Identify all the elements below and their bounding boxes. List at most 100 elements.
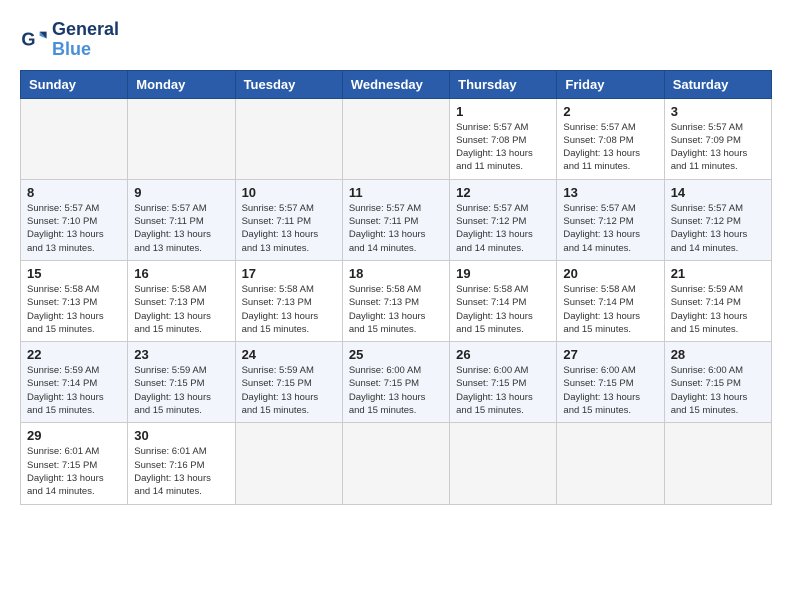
day-number: 10 (242, 185, 336, 200)
calendar-cell: 8 Sunrise: 5:57 AM Sunset: 7:10 PM Dayli… (21, 179, 128, 260)
calendar-cell (128, 98, 235, 179)
day-number: 26 (456, 347, 550, 362)
day-number: 22 (27, 347, 121, 362)
day-info: Sunrise: 5:59 AM Sunset: 7:15 PM Dayligh… (242, 364, 336, 417)
day-info: Sunrise: 5:58 AM Sunset: 7:13 PM Dayligh… (27, 283, 121, 336)
calendar-cell: 20 Sunrise: 5:58 AM Sunset: 7:14 PM Dayl… (557, 260, 664, 341)
calendar-cell: 14 Sunrise: 5:57 AM Sunset: 7:12 PM Dayl… (664, 179, 771, 260)
calendar-cell (664, 423, 771, 504)
calendar-cell: 1 Sunrise: 5:57 AM Sunset: 7:08 PM Dayli… (450, 98, 557, 179)
day-info: Sunrise: 5:57 AM Sunset: 7:12 PM Dayligh… (456, 202, 550, 255)
day-info: Sunrise: 5:59 AM Sunset: 7:14 PM Dayligh… (671, 283, 765, 336)
day-info: Sunrise: 5:58 AM Sunset: 7:13 PM Dayligh… (349, 283, 443, 336)
day-number: 12 (456, 185, 550, 200)
calendar-cell (342, 423, 449, 504)
calendar-cell (342, 98, 449, 179)
day-number: 16 (134, 266, 228, 281)
day-number: 28 (671, 347, 765, 362)
day-number: 15 (27, 266, 121, 281)
calendar-cell: 23 Sunrise: 5:59 AM Sunset: 7:15 PM Dayl… (128, 342, 235, 423)
calendar-cell: 27 Sunrise: 6:00 AM Sunset: 7:15 PM Dayl… (557, 342, 664, 423)
day-info: Sunrise: 5:57 AM Sunset: 7:12 PM Dayligh… (671, 202, 765, 255)
day-info: Sunrise: 5:57 AM Sunset: 7:10 PM Dayligh… (27, 202, 121, 255)
day-info: Sunrise: 5:58 AM Sunset: 7:13 PM Dayligh… (134, 283, 228, 336)
day-number: 29 (27, 428, 121, 443)
calendar: SundayMondayTuesdayWednesdayThursdayFrid… (20, 70, 772, 505)
day-info: Sunrise: 5:57 AM Sunset: 7:08 PM Dayligh… (456, 121, 550, 174)
day-number: 18 (349, 266, 443, 281)
day-info: Sunrise: 6:00 AM Sunset: 7:15 PM Dayligh… (671, 364, 765, 417)
calendar-cell: 13 Sunrise: 5:57 AM Sunset: 7:12 PM Dayl… (557, 179, 664, 260)
day-number: 2 (563, 104, 657, 119)
day-number: 20 (563, 266, 657, 281)
day-info: Sunrise: 5:57 AM Sunset: 7:11 PM Dayligh… (242, 202, 336, 255)
calendar-cell: 22 Sunrise: 5:59 AM Sunset: 7:14 PM Dayl… (21, 342, 128, 423)
weekday-header: Thursday (450, 70, 557, 98)
day-info: Sunrise: 5:58 AM Sunset: 7:14 PM Dayligh… (456, 283, 550, 336)
weekday-header: Friday (557, 70, 664, 98)
weekday-header: Sunday (21, 70, 128, 98)
calendar-cell: 24 Sunrise: 5:59 AM Sunset: 7:15 PM Dayl… (235, 342, 342, 423)
calendar-cell: 11 Sunrise: 5:57 AM Sunset: 7:11 PM Dayl… (342, 179, 449, 260)
day-number: 11 (349, 185, 443, 200)
calendar-cell: 29 Sunrise: 6:01 AM Sunset: 7:15 PM Dayl… (21, 423, 128, 504)
day-number: 1 (456, 104, 550, 119)
day-number: 3 (671, 104, 765, 119)
day-info: Sunrise: 5:57 AM Sunset: 7:08 PM Dayligh… (563, 121, 657, 174)
day-number: 24 (242, 347, 336, 362)
calendar-cell (450, 423, 557, 504)
day-info: Sunrise: 5:58 AM Sunset: 7:13 PM Dayligh… (242, 283, 336, 336)
calendar-cell: 28 Sunrise: 6:00 AM Sunset: 7:15 PM Dayl… (664, 342, 771, 423)
logo-text: GeneralBlue (52, 20, 119, 60)
day-number: 8 (27, 185, 121, 200)
day-info: Sunrise: 5:59 AM Sunset: 7:15 PM Dayligh… (134, 364, 228, 417)
logo: G GeneralBlue (20, 20, 119, 60)
weekday-header: Monday (128, 70, 235, 98)
calendar-cell: 21 Sunrise: 5:59 AM Sunset: 7:14 PM Dayl… (664, 260, 771, 341)
day-number: 13 (563, 185, 657, 200)
page-header: G GeneralBlue (20, 20, 772, 60)
day-info: Sunrise: 5:57 AM Sunset: 7:11 PM Dayligh… (134, 202, 228, 255)
day-number: 25 (349, 347, 443, 362)
day-number: 30 (134, 428, 228, 443)
calendar-cell: 15 Sunrise: 5:58 AM Sunset: 7:13 PM Dayl… (21, 260, 128, 341)
calendar-cell (557, 423, 664, 504)
day-info: Sunrise: 6:01 AM Sunset: 7:16 PM Dayligh… (134, 445, 228, 498)
calendar-cell (235, 98, 342, 179)
calendar-cell (235, 423, 342, 504)
day-number: 23 (134, 347, 228, 362)
day-info: Sunrise: 6:01 AM Sunset: 7:15 PM Dayligh… (27, 445, 121, 498)
day-info: Sunrise: 5:57 AM Sunset: 7:11 PM Dayligh… (349, 202, 443, 255)
weekday-header: Wednesday (342, 70, 449, 98)
calendar-cell: 17 Sunrise: 5:58 AM Sunset: 7:13 PM Dayl… (235, 260, 342, 341)
day-number: 17 (242, 266, 336, 281)
calendar-cell: 3 Sunrise: 5:57 AM Sunset: 7:09 PM Dayli… (664, 98, 771, 179)
calendar-cell: 19 Sunrise: 5:58 AM Sunset: 7:14 PM Dayl… (450, 260, 557, 341)
day-number: 19 (456, 266, 550, 281)
day-info: Sunrise: 6:00 AM Sunset: 7:15 PM Dayligh… (456, 364, 550, 417)
calendar-cell: 30 Sunrise: 6:01 AM Sunset: 7:16 PM Dayl… (128, 423, 235, 504)
calendar-cell: 12 Sunrise: 5:57 AM Sunset: 7:12 PM Dayl… (450, 179, 557, 260)
calendar-cell: 18 Sunrise: 5:58 AM Sunset: 7:13 PM Dayl… (342, 260, 449, 341)
calendar-cell: 10 Sunrise: 5:57 AM Sunset: 7:11 PM Dayl… (235, 179, 342, 260)
weekday-header: Tuesday (235, 70, 342, 98)
weekday-header: Saturday (664, 70, 771, 98)
day-number: 21 (671, 266, 765, 281)
calendar-cell: 16 Sunrise: 5:58 AM Sunset: 7:13 PM Dayl… (128, 260, 235, 341)
day-info: Sunrise: 5:57 AM Sunset: 7:09 PM Dayligh… (671, 121, 765, 174)
calendar-cell: 26 Sunrise: 6:00 AM Sunset: 7:15 PM Dayl… (450, 342, 557, 423)
calendar-cell: 9 Sunrise: 5:57 AM Sunset: 7:11 PM Dayli… (128, 179, 235, 260)
calendar-cell (21, 98, 128, 179)
day-info: Sunrise: 5:57 AM Sunset: 7:12 PM Dayligh… (563, 202, 657, 255)
day-info: Sunrise: 5:58 AM Sunset: 7:14 PM Dayligh… (563, 283, 657, 336)
day-number: 14 (671, 185, 765, 200)
calendar-cell: 2 Sunrise: 5:57 AM Sunset: 7:08 PM Dayli… (557, 98, 664, 179)
logo-icon: G (20, 26, 48, 54)
day-number: 9 (134, 185, 228, 200)
day-info: Sunrise: 6:00 AM Sunset: 7:15 PM Dayligh… (349, 364, 443, 417)
day-info: Sunrise: 5:59 AM Sunset: 7:14 PM Dayligh… (27, 364, 121, 417)
calendar-cell: 25 Sunrise: 6:00 AM Sunset: 7:15 PM Dayl… (342, 342, 449, 423)
day-info: Sunrise: 6:00 AM Sunset: 7:15 PM Dayligh… (563, 364, 657, 417)
svg-text:G: G (21, 29, 35, 49)
day-number: 27 (563, 347, 657, 362)
